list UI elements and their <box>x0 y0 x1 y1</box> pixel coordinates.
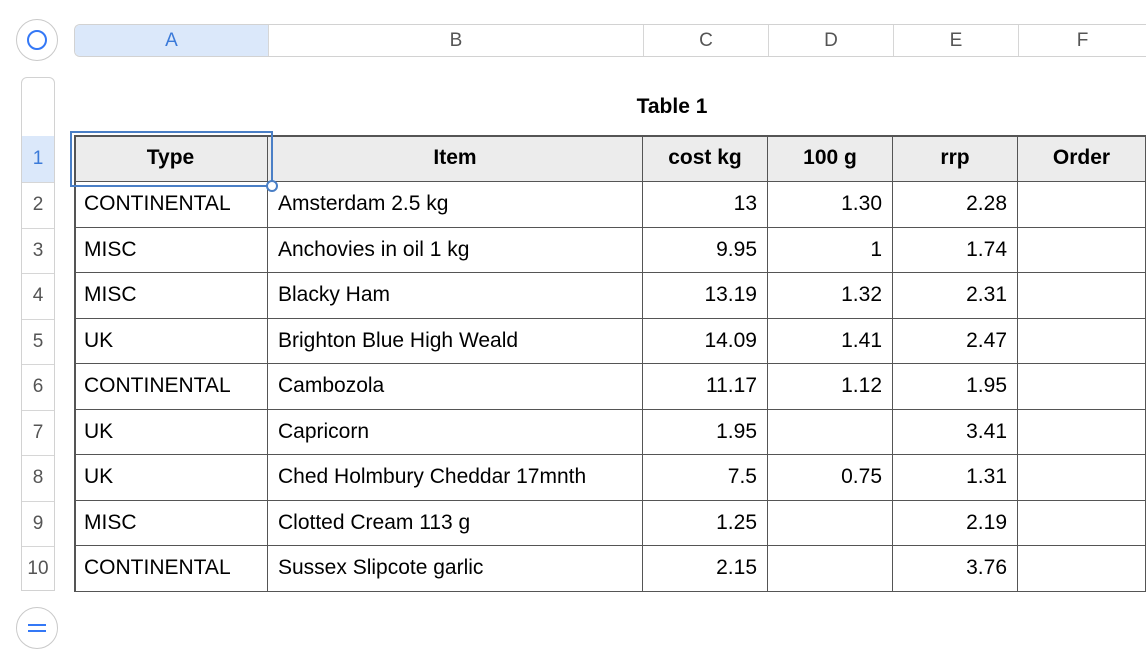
cell-d2[interactable]: 1.30 <box>768 182 893 228</box>
select-all-button[interactable] <box>16 19 58 61</box>
table-title[interactable]: Table 1 <box>572 95 772 119</box>
row-header-8[interactable]: 8 <box>22 456 54 502</box>
cell-e9[interactable]: 2.19 <box>893 500 1018 546</box>
cell-a10[interactable]: CONTINENTAL <box>74 546 268 592</box>
cell-b10[interactable]: Sussex Slipcote garlic <box>268 546 643 592</box>
cell-c4[interactable]: 13.19 <box>643 273 768 319</box>
cell-c2[interactable]: 13 <box>643 182 768 228</box>
cell-f7[interactable] <box>1018 409 1146 455</box>
row-header-bar: 1 2 3 4 5 6 7 8 9 10 <box>21 77 55 591</box>
column-header-f[interactable]: F <box>1019 25 1146 56</box>
cell-f4[interactable] <box>1018 273 1146 319</box>
row-header-5[interactable]: 5 <box>22 320 54 365</box>
cell-e8[interactable]: 1.31 <box>893 455 1018 501</box>
column-header-e[interactable]: E <box>894 25 1019 56</box>
cell-f10[interactable] <box>1018 546 1146 592</box>
cell-c9[interactable]: 1.25 <box>643 500 768 546</box>
cell-b8[interactable]: Ched Holmbury Cheddar 17mnth <box>268 455 643 501</box>
cell-c7[interactable]: 1.95 <box>643 409 768 455</box>
cell-f2[interactable] <box>1018 182 1146 228</box>
cell-e2[interactable]: 2.28 <box>893 182 1018 228</box>
cell-e10[interactable]: 3.76 <box>893 546 1018 592</box>
cell-e6[interactable]: 1.95 <box>893 364 1018 410</box>
header-cell-b[interactable]: Item <box>268 135 643 182</box>
cell-d7[interactable] <box>768 409 893 455</box>
cell-b3[interactable]: Anchovies in oil 1 kg <box>268 227 643 273</box>
column-header-b[interactable]: B <box>269 25 644 56</box>
cell-d4[interactable]: 1.32 <box>768 273 893 319</box>
cell-d9[interactable] <box>768 500 893 546</box>
header-cell-d[interactable]: 100 g <box>768 135 893 182</box>
cell-b6[interactable]: Cambozola <box>268 364 643 410</box>
row-header-2[interactable]: 2 <box>22 183 54 229</box>
cell-f8[interactable] <box>1018 455 1146 501</box>
cell-d3[interactable]: 1 <box>768 227 893 273</box>
row-header-10[interactable]: 10 <box>22 547 54 590</box>
cell-d5[interactable]: 1.41 <box>768 318 893 364</box>
row-options-button[interactable] <box>16 607 58 649</box>
row-header-6[interactable]: 6 <box>22 365 54 411</box>
cell-c6[interactable]: 11.17 <box>643 364 768 410</box>
row-header-9[interactable]: 9 <box>22 502 54 547</box>
cell-b2[interactable]: Amsterdam 2.5 kg <box>268 182 643 228</box>
cell-a7[interactable]: UK <box>74 409 268 455</box>
cell-e4[interactable]: 2.31 <box>893 273 1018 319</box>
cell-d10[interactable] <box>768 546 893 592</box>
cell-a3[interactable]: MISC <box>74 227 268 273</box>
column-header-a[interactable]: A <box>75 25 269 56</box>
equals-icon <box>28 624 46 632</box>
cell-a2[interactable]: CONTINENTAL <box>74 182 268 228</box>
column-header-d[interactable]: D <box>769 25 894 56</box>
cell-f9[interactable] <box>1018 500 1146 546</box>
cell-f3[interactable] <box>1018 227 1146 273</box>
cell-c10[interactable]: 2.15 <box>643 546 768 592</box>
column-header-c[interactable]: C <box>644 25 769 56</box>
cell-d8[interactable]: 0.75 <box>768 455 893 501</box>
row-header-3[interactable]: 3 <box>22 229 54 274</box>
cell-b4[interactable]: Blacky Ham <box>268 273 643 319</box>
selection-resize-handle[interactable] <box>266 180 278 192</box>
cell-d6[interactable]: 1.12 <box>768 364 893 410</box>
header-cell-a[interactable]: Type <box>74 135 268 182</box>
cell-b9[interactable]: Clotted Cream 113 g <box>268 500 643 546</box>
cell-e5[interactable]: 2.47 <box>893 318 1018 364</box>
cell-c3[interactable]: 9.95 <box>643 227 768 273</box>
cell-a9[interactable]: MISC <box>74 500 268 546</box>
cell-a6[interactable]: CONTINENTAL <box>74 364 268 410</box>
cell-c5[interactable]: 14.09 <box>643 318 768 364</box>
cell-a4[interactable]: MISC <box>74 273 268 319</box>
cell-b5[interactable]: Brighton Blue High Weald <box>268 318 643 364</box>
cell-f5[interactable] <box>1018 318 1146 364</box>
header-cell-c[interactable]: cost kg <box>643 135 768 182</box>
row-header-1[interactable]: 1 <box>22 136 54 183</box>
row-header-4[interactable]: 4 <box>22 274 54 320</box>
cell-b7[interactable]: Capricorn <box>268 409 643 455</box>
row-header-7[interactable]: 7 <box>22 411 54 456</box>
cell-e7[interactable]: 3.41 <box>893 409 1018 455</box>
circle-icon <box>27 30 47 50</box>
cell-a5[interactable]: UK <box>74 318 268 364</box>
header-cell-e[interactable]: rrp <box>893 135 1018 182</box>
cell-c8[interactable]: 7.5 <box>643 455 768 501</box>
cell-a8[interactable]: UK <box>74 455 268 501</box>
header-cell-f[interactable]: Order <box>1018 135 1146 182</box>
cell-e3[interactable]: 1.74 <box>893 227 1018 273</box>
column-header-bar: ABCDEF <box>74 24 1146 57</box>
cell-f6[interactable] <box>1018 364 1146 410</box>
